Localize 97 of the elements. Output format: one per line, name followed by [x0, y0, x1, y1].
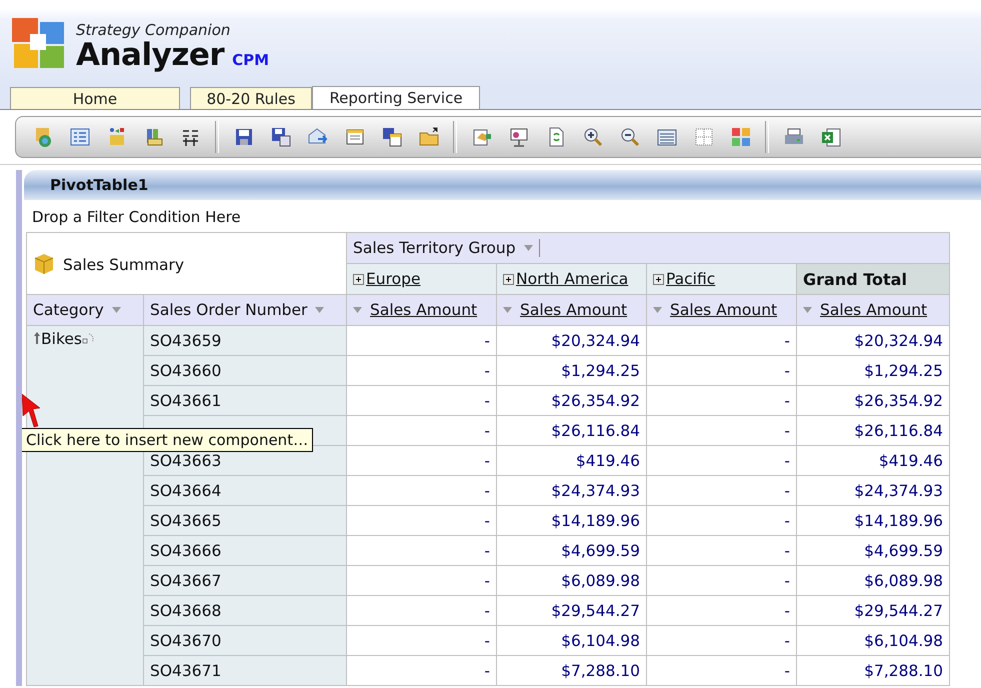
member-link[interactable]: Europe	[366, 270, 421, 288]
amount-cell: -	[346, 596, 496, 626]
amount-cell: -	[346, 356, 496, 386]
amount-cell: $419.46	[796, 446, 950, 476]
expand-icon[interactable]	[353, 274, 364, 285]
column-header: Grand Total	[796, 264, 950, 294]
cube-name: Sales Summary	[63, 256, 184, 274]
amount-cell: $24,374.93	[496, 476, 646, 506]
panel-title: PivotTable1	[50, 176, 148, 194]
amount-cell: $29,544.27	[496, 596, 646, 626]
amount-cell: -	[346, 446, 496, 476]
tooltip: Click here to insert new component…	[22, 428, 314, 452]
amount-cell: -	[646, 446, 796, 476]
order-number-cell: SO43666	[144, 536, 346, 566]
amount-cell: $7,288.10	[496, 656, 646, 686]
tab[interactable]: Home	[10, 87, 180, 109]
amount-cell: -	[346, 566, 496, 596]
amount-cell: -	[646, 326, 796, 356]
amount-cell: -	[646, 596, 796, 626]
drill-up-icon[interactable]	[33, 331, 41, 345]
presentation-icon[interactable]	[508, 126, 530, 148]
spreadsheet-icon[interactable]	[820, 126, 842, 148]
measure-header[interactable]: Sales Amount	[646, 294, 796, 326]
amount-cell: -	[646, 506, 796, 536]
amount-cell: $1,294.25	[496, 356, 646, 386]
amount-cell: -	[646, 356, 796, 386]
amount-cell: -	[346, 416, 496, 446]
color-tiles-icon[interactable]	[730, 126, 752, 148]
amount-cell: $20,324.94	[796, 326, 950, 356]
amount-cell: $20,324.94	[496, 326, 646, 356]
grid-icon[interactable]	[693, 126, 715, 148]
amount-cell: $26,116.84	[796, 416, 950, 446]
amount-cell: $6,104.98	[796, 626, 950, 656]
save-icon[interactable]	[233, 126, 255, 148]
amount-cell: -	[646, 566, 796, 596]
amount-cell: $26,354.92	[796, 386, 950, 416]
folder-icon[interactable]	[418, 126, 440, 148]
cube-icon	[33, 252, 55, 274]
tab[interactable]: Reporting Service	[312, 86, 480, 109]
column-field-header[interactable]: Sales Territory Group	[346, 232, 950, 264]
amount-cell: -	[346, 626, 496, 656]
edition-label: CPM	[232, 51, 270, 69]
amount-cell: -	[346, 386, 496, 416]
zoom-in-icon[interactable]	[582, 126, 604, 148]
filter-drop-zone[interactable]: Drop a Filter Condition Here	[32, 208, 981, 226]
member-link[interactable]: Pacific	[666, 270, 716, 288]
order-number-cell: SO43671	[144, 656, 346, 686]
amount-cell: -	[346, 476, 496, 506]
amount-cell: $14,189.96	[496, 506, 646, 536]
amount-cell: $24,374.93	[796, 476, 950, 506]
tab[interactable]: 80-20 Rules	[190, 87, 312, 109]
order-number-cell: SO43670	[144, 626, 346, 656]
measure-header[interactable]: Sales Amount	[796, 294, 950, 326]
amount-cell: -	[646, 476, 796, 506]
row-field-header[interactable]: Category	[26, 294, 144, 326]
amount-cell: -	[646, 626, 796, 656]
measure-header[interactable]: Sales Amount	[346, 294, 496, 326]
order-number-cell: SO43661	[144, 386, 346, 416]
amount-cell: $29,544.27	[796, 596, 950, 626]
amount-cell: $14,189.96	[796, 506, 950, 536]
amount-cell: $6,089.98	[796, 566, 950, 596]
amount-cell: $4,699.59	[796, 536, 950, 566]
amount-cell: $1,294.25	[796, 356, 950, 386]
amount-cell: -	[346, 536, 496, 566]
amount-cell: $26,354.92	[496, 386, 646, 416]
row-field-header[interactable]: Sales Order Number	[144, 294, 346, 326]
amount-cell: $419.46	[496, 446, 646, 476]
amount-cell: -	[346, 326, 496, 356]
expand-icon[interactable]	[653, 274, 664, 285]
order-number-cell: SO43667	[144, 566, 346, 596]
measure-header[interactable]: Sales Amount	[496, 294, 646, 326]
order-number-cell: SO43668	[144, 596, 346, 626]
order-number-cell: SO43664	[144, 476, 346, 506]
save-as-icon[interactable]	[270, 126, 292, 148]
app-title: Analyzer	[76, 37, 224, 73]
zoom-out-icon[interactable]	[619, 126, 641, 148]
amount-cell: $7,288.10	[796, 656, 950, 686]
list-icon[interactable]	[69, 126, 91, 148]
amount-cell: $6,089.98	[496, 566, 646, 596]
amount-cell: -	[646, 656, 796, 686]
amount-cell: -	[646, 416, 796, 446]
amount-cell: -	[646, 386, 796, 416]
category-name: Bikes	[41, 330, 82, 348]
member-link[interactable]: North America	[516, 270, 628, 288]
brand-subtitle: Strategy Companion	[76, 21, 232, 39]
expand-icon[interactable]	[503, 274, 514, 285]
save-form-icon[interactable]	[381, 126, 403, 148]
amount-cell: $4,699.59	[496, 536, 646, 566]
order-number-cell: SO43660	[144, 356, 346, 386]
amount-cell: -	[346, 506, 496, 536]
amount-cell: $26,116.84	[496, 416, 646, 446]
amount-cell: -	[646, 536, 796, 566]
order-number-cell: SO43659	[144, 326, 346, 356]
order-number-cell: SO43665	[144, 506, 346, 536]
expand-corner-icon[interactable]	[82, 332, 94, 344]
amount-cell: -	[346, 656, 496, 686]
amount-cell: $6,104.98	[496, 626, 646, 656]
